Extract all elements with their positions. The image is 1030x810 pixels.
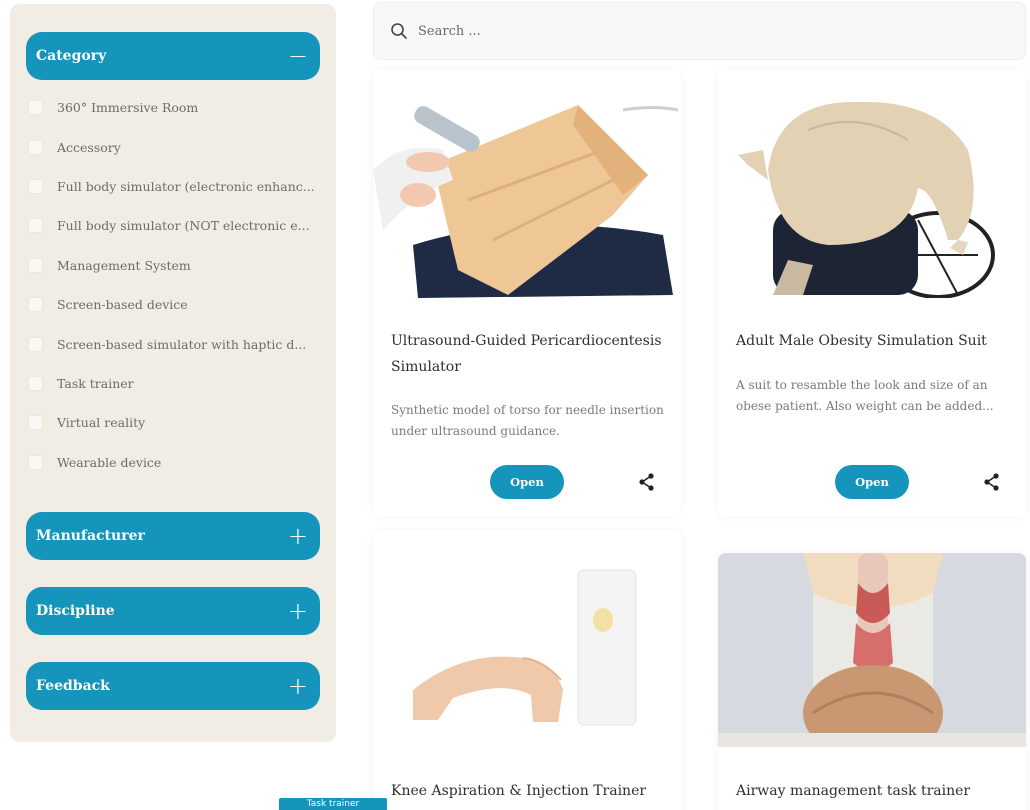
checkbox[interactable] bbox=[28, 415, 43, 431]
search-bar[interactable] bbox=[373, 2, 1026, 60]
product-image bbox=[718, 553, 1026, 747]
category-option-label: Full body simulator (NOT electronic e... bbox=[57, 218, 310, 234]
category-option-label: Screen-based simulator with haptic d... bbox=[57, 336, 307, 352]
checkbox[interactable] bbox=[28, 100, 43, 116]
share-icon[interactable] bbox=[637, 472, 657, 492]
discipline-accordion-label: Discipline bbox=[36, 603, 115, 619]
category-option[interactable]: Management System bbox=[26, 246, 326, 285]
checkbox[interactable] bbox=[28, 218, 43, 234]
product-title[interactable]: Airway management task trainer bbox=[736, 778, 1026, 804]
category-accordion-label: Category bbox=[36, 48, 107, 64]
search-input[interactable] bbox=[418, 23, 978, 39]
discipline-accordion-header[interactable]: Discipline + bbox=[26, 587, 320, 635]
checkbox[interactable] bbox=[28, 139, 43, 155]
category-option[interactable]: Task trainer bbox=[26, 364, 326, 403]
category-option-label: Full body simulator (electronic enhanc..… bbox=[57, 178, 315, 194]
checkbox[interactable] bbox=[28, 178, 43, 194]
category-option[interactable]: Full body simulator (electronic enhanc..… bbox=[26, 167, 326, 206]
category-option[interactable]: Screen-based device bbox=[26, 285, 326, 324]
category-option[interactable]: Wearable device bbox=[26, 443, 326, 482]
product-title[interactable]: Adult Male Obesity Simulation Suit bbox=[736, 328, 1026, 354]
share-icon[interactable] bbox=[982, 472, 1002, 492]
category-option-label: Management System bbox=[57, 257, 191, 273]
filter-sidebar: Category − 360° Immersive Room Accessory… bbox=[10, 4, 336, 742]
category-option-label: Virtual reality bbox=[57, 415, 146, 431]
category-accordion-header[interactable]: Category − bbox=[26, 32, 320, 80]
search-icon bbox=[391, 23, 407, 39]
product-card: Adult Male Obesity Simulation Suit A sui… bbox=[718, 70, 1026, 516]
category-option[interactable]: 360° Immersive Room bbox=[26, 88, 326, 127]
manufacturer-accordion-label: Manufacturer bbox=[36, 528, 145, 544]
category-option-label: Screen-based device bbox=[57, 297, 188, 313]
product-title[interactable]: Ultrasound-Guided Pericardiocentesis Sim… bbox=[391, 328, 681, 380]
expand-icon[interactable]: + bbox=[288, 524, 308, 548]
expand-icon[interactable]: + bbox=[288, 674, 308, 698]
expand-icon[interactable]: + bbox=[288, 599, 308, 623]
category-option-label: 360° Immersive Room bbox=[57, 100, 199, 116]
checkbox[interactable] bbox=[28, 297, 43, 313]
category-option[interactable]: Full body simulator (NOT electronic e... bbox=[26, 206, 326, 245]
checkbox[interactable] bbox=[28, 257, 43, 273]
product-title[interactable]: Knee Aspiration & Injection Trainer bbox=[391, 778, 681, 804]
product-card: Ultrasound-Guided Pericardiocentesis Sim… bbox=[373, 70, 681, 516]
product-description: Synthetic model of torso for needle inse… bbox=[391, 403, 664, 438]
product-card: Knee Aspiration & Injection Trainer bbox=[373, 530, 681, 810]
checkbox[interactable] bbox=[28, 336, 43, 352]
checkbox[interactable] bbox=[28, 375, 43, 391]
collapse-icon[interactable]: − bbox=[288, 44, 308, 68]
category-option-label: Wearable device bbox=[57, 454, 162, 470]
open-button[interactable]: Open bbox=[490, 465, 564, 499]
product-image bbox=[718, 70, 1026, 298]
product-image bbox=[373, 530, 681, 750]
category-option-label: Accessory bbox=[57, 139, 121, 155]
tooltip: Task trainer bbox=[279, 798, 387, 810]
category-options: 360° Immersive Room Accessory Full body … bbox=[26, 88, 326, 482]
category-option[interactable]: Accessory bbox=[26, 127, 326, 166]
checkbox[interactable] bbox=[28, 454, 43, 470]
category-option[interactable]: Screen-based simulator with haptic d... bbox=[26, 324, 326, 363]
feedback-accordion-label: Feedback bbox=[36, 678, 110, 694]
category-option[interactable]: Virtual reality bbox=[26, 403, 326, 442]
manufacturer-accordion-header[interactable]: Manufacturer + bbox=[26, 512, 320, 560]
feedback-accordion-header[interactable]: Feedback + bbox=[26, 662, 320, 710]
product-description: A suit to resamble the look and size of … bbox=[736, 378, 994, 413]
product-card: Airway management task trainer bbox=[718, 553, 1026, 810]
product-image bbox=[373, 70, 681, 298]
category-option-label: Task trainer bbox=[57, 375, 134, 391]
open-button[interactable]: Open bbox=[835, 465, 909, 499]
